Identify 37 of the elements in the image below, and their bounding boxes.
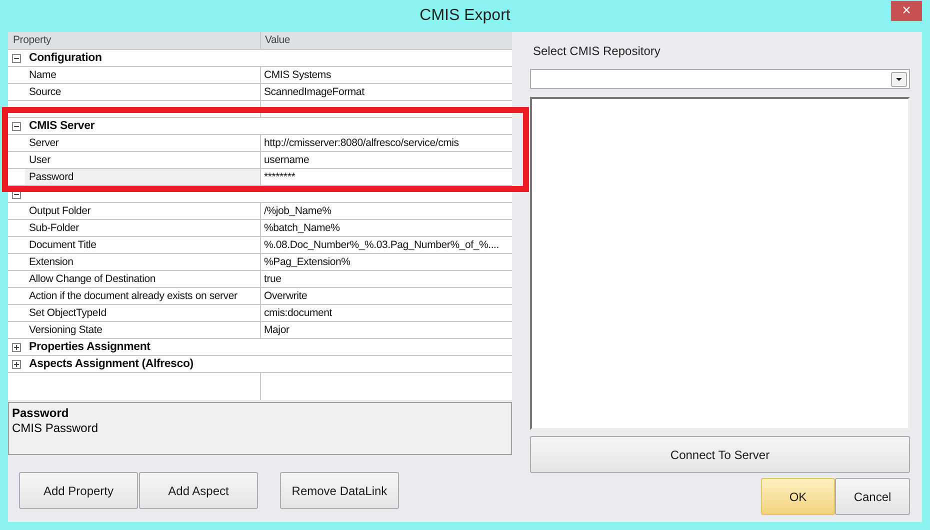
property-value[interactable]: %Pag_Extension% [261,254,512,270]
property-value[interactable]: username [261,152,512,168]
property-value[interactable]: ScannedImageFormat [261,84,512,100]
expand-icon[interactable] [12,360,21,368]
property-value[interactable]: Major [261,322,512,338]
category-label: Aspects Assignment (Alfresco) [28,357,194,372]
category-label: CMIS Server [28,119,95,134]
property-value[interactable]: ******** [261,169,512,185]
property-value[interactable]: http://cmisserver:8080/alfresco/service/cmis [261,135,512,151]
collapse-icon[interactable] [12,190,21,198]
property-value[interactable]: cmis:document [261,305,512,321]
dialog-button[interactable]: Cancel [835,478,910,515]
property-value[interactable]: CMIS Systems [261,67,512,83]
property-value[interactable]: %.08.Doc_Number%_%.03.Pag_Number%_of_%.... [261,237,512,253]
collapse-icon[interactable] [12,122,21,130]
property-value[interactable]: true [261,271,512,287]
window-title: CMIS Export [420,6,510,26]
close-button[interactable]: × [891,1,922,21]
property-name[interactable]: Password [25,169,261,185]
repository-label: Select CMIS Repository [532,43,662,60]
collapse-icon[interactable] [12,54,21,62]
action-button[interactable]: Add Aspect [139,472,258,509]
description-title: Password [12,406,70,420]
category-label: Configuration [28,51,102,66]
description-text: CMIS Password [12,420,100,436]
connect-button[interactable]: Connect To Server [530,436,910,473]
ok-button[interactable]: OK [761,478,835,515]
column-header[interactable]: Property [8,32,261,49]
action-button[interactable]: Add Property [19,472,138,509]
property-value[interactable]: %batch_Name% [261,220,512,236]
property-value[interactable]: /%job_Name% [261,203,512,219]
property-value[interactable]: Overwrite [261,288,512,304]
column-header[interactable]: Value [261,32,512,49]
expand-icon[interactable] [12,342,21,352]
category-label: Properties Assignment [28,340,150,355]
caret-icon[interactable] [891,72,907,86]
action-button[interactable]: Remove DataLink [280,472,399,509]
